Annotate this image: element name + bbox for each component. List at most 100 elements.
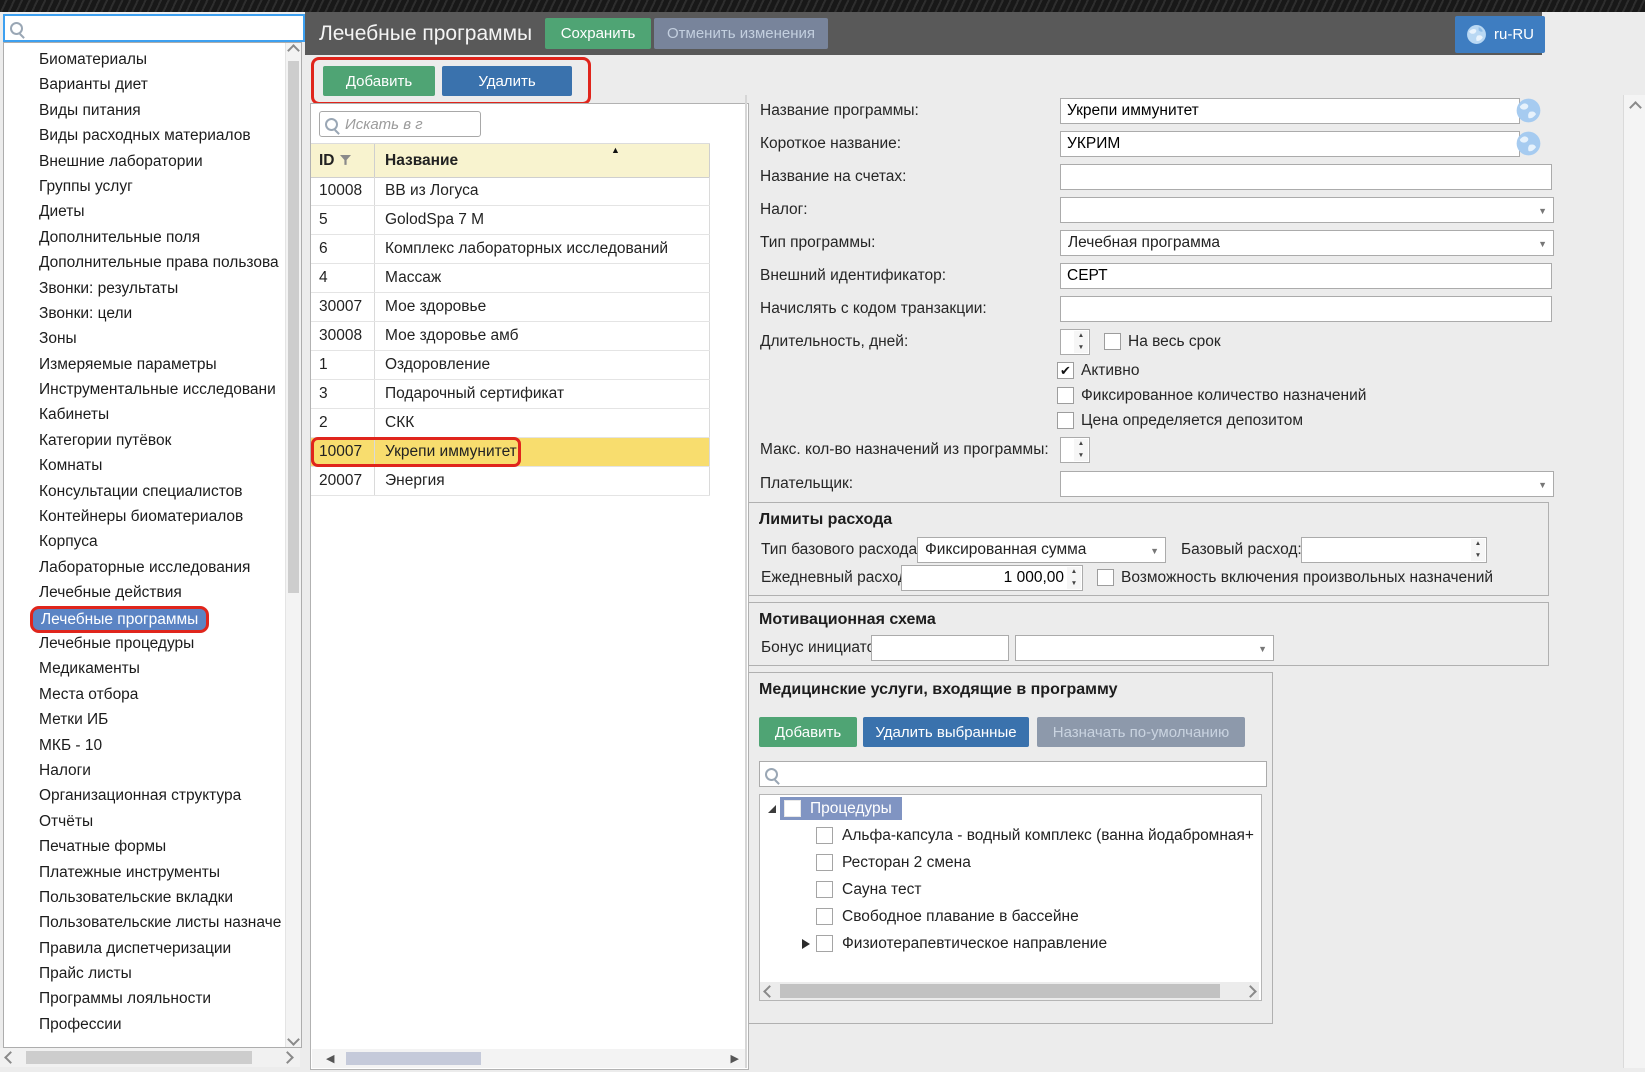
sidebar-item[interactable]: Профессии xyxy=(4,1012,285,1037)
sidebar-item[interactable]: Печатные формы xyxy=(4,834,285,859)
fixed-count-checkbox[interactable] xyxy=(1057,387,1074,404)
sidebar-item[interactable]: Звонки: цели xyxy=(4,301,285,326)
sidebar-item[interactable]: Лечебные действия xyxy=(4,580,285,605)
spin-up-icon[interactable]: ▲ xyxy=(1475,541,1481,547)
services-search-input[interactable] xyxy=(783,765,1266,784)
table-row[interactable]: 20007Энергия xyxy=(311,467,710,496)
program-search-input[interactable] xyxy=(343,115,475,134)
tree-item-row[interactable]: Ресторан 2 смена xyxy=(760,849,1261,876)
program-name-input[interactable] xyxy=(1060,98,1520,124)
program-type-dropdown[interactable]: Лечебная программа▼ xyxy=(1060,230,1554,256)
transaction-code-input[interactable] xyxy=(1060,296,1552,322)
sidebar-item[interactable]: Консультации специалистов xyxy=(4,479,285,504)
spin-up-icon[interactable]: ▲ xyxy=(1071,569,1077,575)
services-tree-horizontal-scrollbar[interactable] xyxy=(760,982,1259,1000)
sidebar-item[interactable]: Группы услуг xyxy=(4,174,285,199)
tree-item-checkbox[interactable] xyxy=(816,827,833,844)
external-id-input[interactable] xyxy=(1060,263,1552,289)
sidebar-item[interactable]: Контейнеры биоматериалов xyxy=(4,504,285,529)
sidebar-item[interactable]: Дополнительные поля xyxy=(4,225,285,250)
scroll-down-icon[interactable] xyxy=(289,1035,298,1044)
sidebar-item[interactable]: Комнаты xyxy=(4,453,285,478)
sidebar-item[interactable]: Прайс листы xyxy=(4,961,285,986)
duration-spinner[interactable]: ▲▼ xyxy=(1060,329,1090,355)
daily-expense-spinner[interactable]: ▲▼ xyxy=(901,565,1083,591)
scroll-up-icon[interactable] xyxy=(289,46,298,55)
save-button[interactable]: Сохранить xyxy=(545,18,651,49)
base-expense-spinner[interactable]: ▲▼ xyxy=(1301,537,1487,563)
sidebar-horizontal-scrollbar[interactable] xyxy=(0,1048,300,1067)
sidebar-item[interactable]: Инструментальные исследовани xyxy=(4,377,285,402)
tree-item-row[interactable]: Сауна тест xyxy=(760,876,1261,903)
cancel-changes-button[interactable]: Отменить изменения xyxy=(654,18,828,49)
sidebar-item[interactable]: Медикаменты xyxy=(4,656,285,681)
sidebar-item[interactable]: Звонки: результаты xyxy=(4,276,285,301)
column-header-id[interactable]: ID xyxy=(311,144,375,177)
table-row[interactable]: 1Оздоровление xyxy=(311,351,710,380)
tree-item-row[interactable]: Физиотерапевтическое направление xyxy=(760,930,1261,957)
table-row[interactable]: 4Массаж xyxy=(311,264,710,293)
table-row[interactable]: 10007Укрепи иммунитет xyxy=(311,438,710,467)
initiator-bonus-input[interactable] xyxy=(871,635,1009,661)
spin-up-icon[interactable]: ▲ xyxy=(1078,333,1084,339)
table-row[interactable]: 3Подарочный сертификат xyxy=(311,380,710,409)
invoice-name-input[interactable] xyxy=(1060,164,1552,190)
assign-default-button[interactable]: Назначать по-умолчанию xyxy=(1037,717,1245,747)
scroll-right-icon[interactable] xyxy=(283,1053,292,1062)
scroll-left-icon[interactable] xyxy=(6,1053,15,1062)
table-row[interactable]: 30008Мое здоровье амб xyxy=(311,322,710,351)
table-row[interactable]: 5GolodSpa 7 М xyxy=(311,206,710,235)
sidebar-item[interactable]: Диеты xyxy=(4,199,285,224)
sidebar-item[interactable]: Внешние лаборатории xyxy=(4,149,285,174)
sidebar-item[interactable]: Лабораторные исследования xyxy=(4,555,285,580)
sidebar-search-input[interactable] xyxy=(23,19,303,38)
sidebar-item[interactable]: Места отбора xyxy=(4,682,285,707)
spin-down-icon[interactable]: ▼ xyxy=(1078,345,1084,351)
scroll-left-icon[interactable]: ◀ xyxy=(326,1052,334,1065)
scroll-right-icon[interactable] xyxy=(1246,987,1255,996)
sidebar-item[interactable]: Измеряемые параметры xyxy=(4,352,285,377)
tree-root-checkbox[interactable] xyxy=(784,800,801,817)
tree-item-checkbox[interactable] xyxy=(816,881,833,898)
sidebar-search-box[interactable] xyxy=(3,14,305,42)
sidebar-item[interactable]: Кабинеты xyxy=(4,402,285,427)
tree-item-row[interactable]: Свободное плавание в бассейне xyxy=(760,903,1261,930)
add-program-button[interactable]: Добавить xyxy=(323,66,435,96)
globe-icon[interactable] xyxy=(1516,131,1541,156)
sidebar-vscroll-thumb[interactable] xyxy=(288,61,299,593)
spin-down-icon[interactable]: ▼ xyxy=(1475,553,1481,559)
spin-down-icon[interactable]: ▼ xyxy=(1071,581,1077,587)
active-checkbox[interactable]: ✔ xyxy=(1057,362,1074,379)
delete-selected-services-button[interactable]: Удалить выбранные xyxy=(863,717,1029,747)
language-button[interactable]: ru-RU xyxy=(1455,16,1545,53)
program-search-box[interactable] xyxy=(319,111,481,137)
scroll-right-icon[interactable]: ▶ xyxy=(731,1052,739,1065)
program-list-horizontal-scrollbar[interactable]: ◀ ▶ xyxy=(312,1049,745,1068)
scroll-left-icon[interactable] xyxy=(765,987,774,996)
add-service-button[interactable]: Добавить xyxy=(759,717,857,747)
arbitrary-assignments-checkbox[interactable] xyxy=(1097,569,1114,586)
tree-root-row[interactable]: Процедуры xyxy=(760,795,1261,822)
sidebar-item[interactable]: Платежные инструменты xyxy=(4,860,285,885)
table-row[interactable]: 30007Мое здоровье xyxy=(311,293,710,322)
full-term-checkbox[interactable] xyxy=(1104,333,1121,350)
table-row[interactable]: 6Комплекс лабораторных исследований xyxy=(311,235,710,264)
table-row[interactable]: 2СКК xyxy=(311,409,710,438)
sidebar-item[interactable]: Правила диспетчеризации xyxy=(4,936,285,961)
sidebar-item[interactable]: Категории путёвок xyxy=(4,428,285,453)
tree-item-checkbox[interactable] xyxy=(816,854,833,871)
sidebar-item[interactable]: Варианты диет xyxy=(4,72,285,97)
delete-program-button[interactable]: Удалить xyxy=(442,66,572,96)
tree-collapsed-icon[interactable] xyxy=(802,939,810,949)
sidebar-item[interactable]: Дополнительные права пользова xyxy=(4,250,285,275)
base-type-dropdown[interactable]: Фиксированная сумма▼ xyxy=(917,537,1166,563)
sidebar-item[interactable]: Биоматериалы xyxy=(4,47,285,72)
sidebar-item[interactable]: Виды питания xyxy=(4,98,285,123)
tree-root-label[interactable]: Процедуры xyxy=(780,797,902,820)
tree-expanded-icon[interactable] xyxy=(768,805,776,813)
sidebar-item[interactable]: Лечебные программы xyxy=(4,606,285,631)
globe-icon[interactable] xyxy=(1516,98,1541,123)
sidebar-item[interactable]: Организационная структура xyxy=(4,783,285,808)
spin-down-icon[interactable]: ▼ xyxy=(1078,453,1084,459)
filter-icon[interactable] xyxy=(340,155,351,166)
